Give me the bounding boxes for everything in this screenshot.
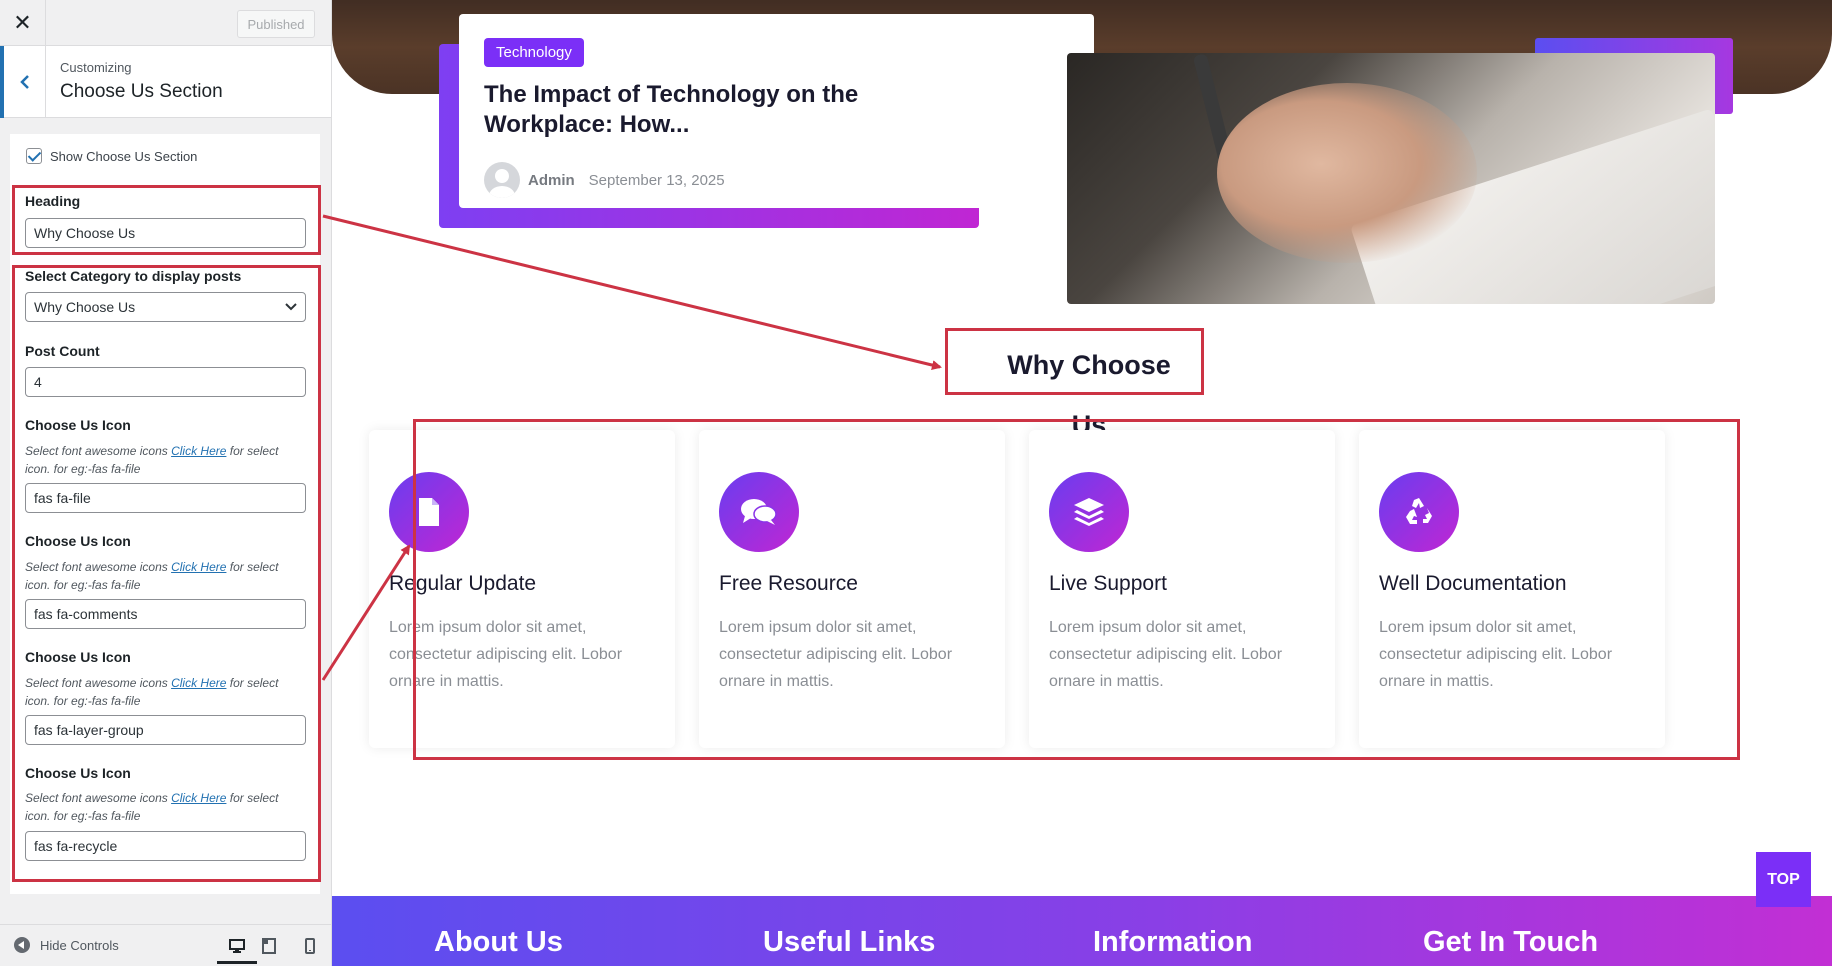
annotation-box-heading <box>12 185 321 255</box>
post-image <box>1067 53 1715 304</box>
footer-heading-info: Information <box>1093 926 1253 958</box>
show-section-toggle[interactable]: Show Choose Us Section <box>26 148 197 164</box>
close-icon[interactable]: ✕ <box>0 0 46 46</box>
tablet-preview-icon[interactable] <box>258 936 280 956</box>
customizer-sidebar: ✕ Published Customizing Choose Us Sectio… <box>0 0 332 966</box>
footer-heading-links: Useful Links <box>763 926 936 958</box>
customizer-footer: Hide Controls <box>0 924 331 966</box>
post-meta: Admin September 13, 2025 <box>484 162 725 198</box>
mobile-preview-icon[interactable] <box>299 936 321 956</box>
post-author[interactable]: Admin <box>528 172 575 189</box>
scroll-top-button[interactable]: TOP <box>1756 852 1811 907</box>
collapse-icon <box>14 937 30 953</box>
category-tag[interactable]: Technology <box>484 38 584 67</box>
post-title[interactable]: The Impact of Technology on the Workplac… <box>484 80 924 140</box>
site-footer: About Us Useful Links Information Get In… <box>332 896 1832 966</box>
footer-heading-contact: Get In Touch <box>1423 926 1599 958</box>
annotation-box-cards <box>413 419 1740 760</box>
checkbox[interactable] <box>26 148 42 164</box>
breadcrumb-label: Customizing <box>60 60 132 75</box>
customizer-header: ✕ Published <box>0 0 331 46</box>
hide-controls-label: Hide Controls <box>40 937 119 953</box>
desktop-preview-icon[interactable] <box>217 936 257 964</box>
hide-controls-button[interactable]: Hide Controls <box>14 937 119 953</box>
annotation-box-fields <box>12 265 321 882</box>
breadcrumb: Customizing Choose Us Section <box>0 46 331 118</box>
panel-title: Choose Us Section <box>60 81 223 102</box>
checkbox-label: Show Choose Us Section <box>50 148 198 164</box>
chevron-left-icon <box>19 75 29 89</box>
post-card[interactable]: Technology The Impact of Technology on t… <box>459 14 1094 208</box>
back-button[interactable] <box>0 46 46 118</box>
post-date: September 13, 2025 <box>588 171 725 189</box>
footer-heading-about: About Us <box>434 926 563 958</box>
publish-button[interactable]: Published <box>237 10 315 38</box>
hand <box>1217 83 1477 263</box>
annotation-box-heading-preview <box>945 328 1204 395</box>
avatar <box>484 162 520 198</box>
